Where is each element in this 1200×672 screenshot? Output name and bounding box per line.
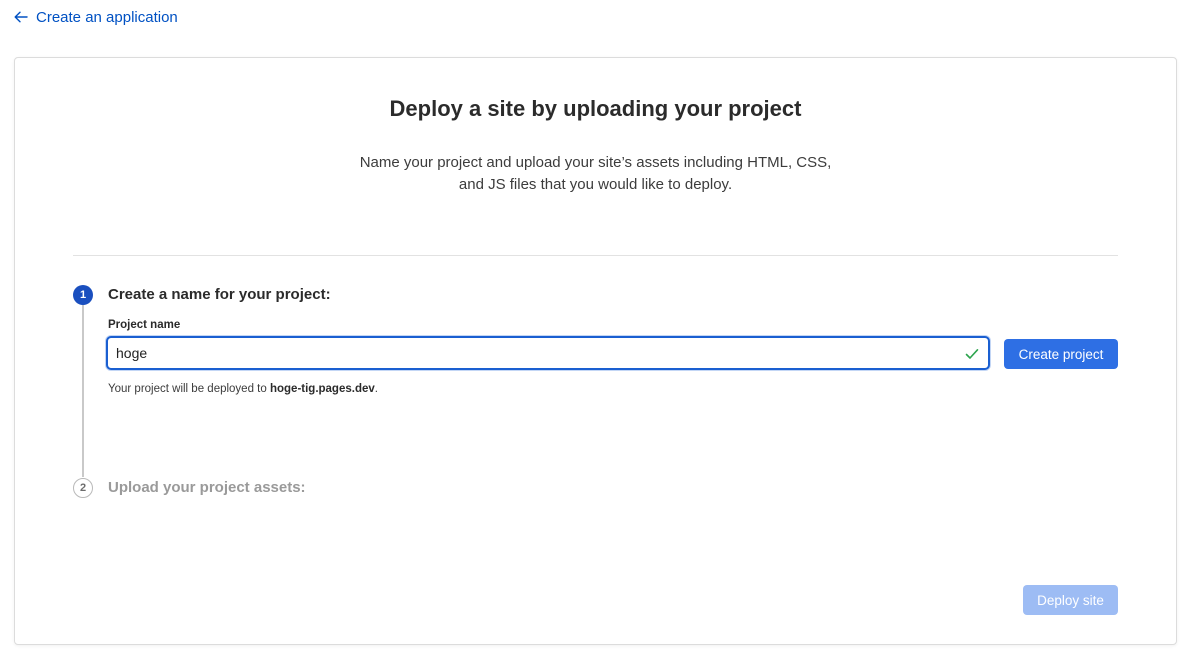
page-title: Deploy a site by uploading your project (389, 96, 802, 121)
create-project-button[interactable]: Create project (1004, 339, 1118, 369)
divider (73, 255, 1118, 256)
step-1-indicator: 1 (73, 285, 93, 305)
arrow-left-icon (14, 11, 28, 23)
project-name-field[interactable] (106, 336, 990, 370)
subtitle-line-1: Name your project and upload your site’s… (359, 154, 832, 171)
step-2-title: Upload your project assets: (108, 479, 306, 496)
step-1-title: Create a name for your project: (108, 286, 331, 303)
back-link-label[interactable]: Create an application (36, 9, 178, 26)
project-name-label: Project name (108, 319, 181, 331)
subtitle-line-2: and JS files that you would like to depl… (458, 176, 733, 193)
deploy-site-button[interactable]: Deploy site (1023, 585, 1118, 615)
page-subtitle: Name your project and upload your site’s… (315, 152, 876, 196)
deploy-url-hint: Your project will be deployed to hoge-ti… (108, 383, 378, 395)
project-name-input[interactable] (108, 338, 988, 368)
step-2-indicator: 2 (73, 478, 93, 498)
deploy-hint-suffix: . (374, 383, 378, 395)
back-link[interactable]: Create an application (14, 7, 178, 27)
deploy-hint-prefix: Your project will be deployed to (108, 383, 270, 395)
deploy-domain: hoge-tig.pages.dev (269, 383, 375, 395)
step-connector (82, 304, 84, 477)
deploy-card: Deploy a site by uploading your project … (14, 57, 1177, 645)
check-icon (965, 347, 979, 365)
